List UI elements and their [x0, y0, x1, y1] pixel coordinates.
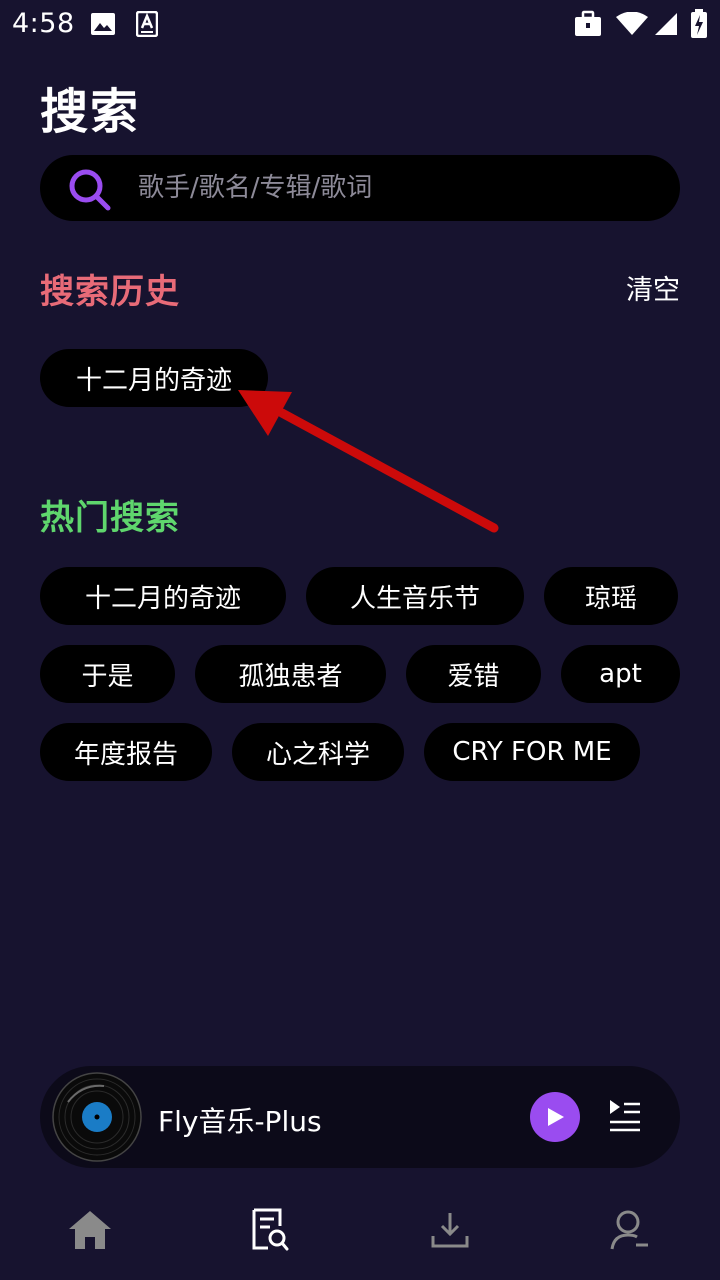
search-box[interactable] [40, 155, 680, 221]
hot-chip[interactable]: 十二月的奇迹 [40, 567, 286, 625]
playlist-icon[interactable] [604, 1096, 644, 1136]
hot-chip[interactable]: 爱错 [406, 645, 541, 703]
battery-charging-icon [691, 9, 707, 38]
hot-chip[interactable]: 孤独患者 [195, 645, 386, 703]
play-icon [548, 1108, 564, 1126]
hot-chip[interactable]: CRY FOR ME [424, 723, 640, 781]
page-title: 搜索 [40, 84, 141, 140]
bottom-nav [0, 1180, 720, 1280]
nav-item-profile[interactable] [600, 1200, 660, 1260]
history-chip[interactable]: 十二月的奇迹 [40, 349, 268, 407]
hot-search-heading: 热门搜索 [40, 498, 180, 538]
briefcase-icon [575, 10, 601, 36]
status-time: 4:58 [12, 8, 75, 39]
nav-item-home[interactable] [60, 1200, 120, 1260]
search-screen: 4:58 搜索 歌手/歌名/专辑/歌词 搜索历史 清空 十二月的奇迹 热门搜索 … [0, 0, 720, 1280]
mini-player[interactable]: Fly音乐-Plus [40, 1066, 680, 1168]
search-doc-icon [252, 1208, 289, 1251]
vinyl-disc-icon [52, 1072, 142, 1162]
profile-icon [610, 1210, 648, 1250]
download-icon [431, 1213, 469, 1248]
hot-chip[interactable]: 人生音乐节 [306, 567, 524, 625]
nav-item-download[interactable] [420, 1200, 480, 1260]
history-heading: 搜索历史 [40, 272, 180, 312]
home-icon [69, 1211, 111, 1249]
player-title: Fly音乐-Plus [158, 1105, 322, 1138]
wifi-icon [616, 12, 648, 35]
hot-chip[interactable]: 琼瑶 [544, 567, 678, 625]
image-icon [91, 13, 115, 35]
hot-chip[interactable]: 于是 [40, 645, 175, 703]
hot-chip[interactable]: 心之科学 [232, 723, 404, 781]
nav-item-search[interactable] [240, 1200, 300, 1260]
status-bar: 4:58 [0, 0, 720, 50]
search-icon [69, 169, 111, 211]
hot-chip[interactable]: apt [561, 645, 680, 703]
hot-chip[interactable]: 年度报告 [40, 723, 212, 781]
a-card-icon [136, 11, 158, 37]
clear-history-button[interactable]: 清空 [626, 268, 680, 307]
search-input[interactable] [138, 155, 658, 221]
signal-icon [655, 13, 677, 35]
play-button[interactable] [530, 1092, 580, 1142]
